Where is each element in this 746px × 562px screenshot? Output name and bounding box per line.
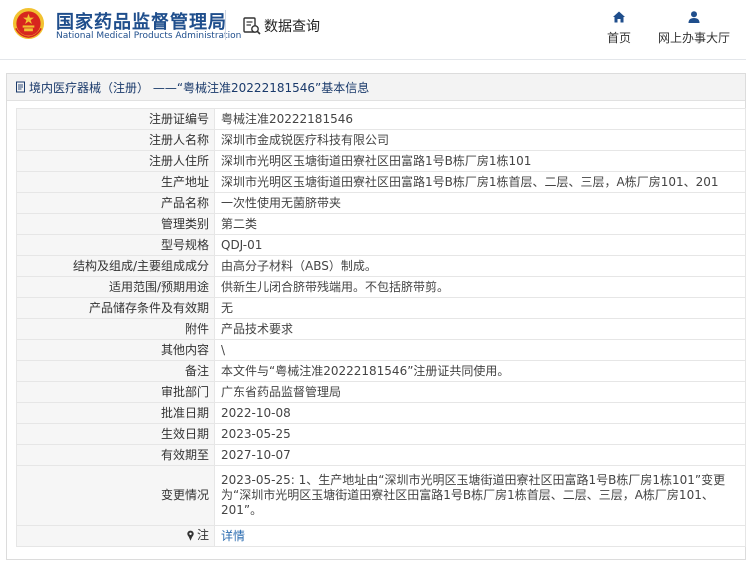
data-query-label: 数据查询 bbox=[264, 19, 320, 35]
field-value: 产品技术要求 bbox=[214, 318, 746, 340]
panel-heading: 境内医疗器械（注册） ——“粤械注准20222181546”基本信息 bbox=[7, 74, 745, 101]
header-divider bbox=[225, 10, 226, 40]
nav-hall-label: 网上办事大厅 bbox=[657, 31, 730, 45]
data-query-link[interactable]: 数据查询 bbox=[242, 15, 320, 37]
field-label: 审批部门 bbox=[16, 381, 215, 403]
table-row: 其他内容 \ bbox=[16, 339, 746, 361]
field-label: 注册证编号 bbox=[16, 108, 215, 130]
field-value: 2023-05-25 bbox=[214, 423, 746, 445]
note-key: 注 bbox=[186, 528, 209, 543]
field-label: 注册人住所 bbox=[16, 150, 215, 172]
details-link[interactable]: 详情 bbox=[221, 529, 245, 543]
table-row: 型号规格 QDJ-01 bbox=[16, 234, 746, 256]
field-value: 深圳市金成锐医疗科技有限公司 bbox=[214, 129, 746, 151]
note-label-cell: 注 bbox=[16, 525, 215, 547]
field-label: 生产地址 bbox=[16, 171, 215, 193]
table-row: 注册人名称 深圳市金成锐医疗科技有限公司 bbox=[16, 129, 746, 151]
site-header: 国家药品监督管理局 National Medical Products Admi… bbox=[0, 0, 746, 60]
table-row: 变更情况 2023-05-25: 1、生产地址由“深圳市光明区玉塘街道田寮社区田富… bbox=[16, 465, 746, 526]
field-value: 无 bbox=[214, 297, 746, 319]
field-label: 批准日期 bbox=[16, 402, 215, 424]
field-label: 生效日期 bbox=[16, 423, 215, 445]
home-icon bbox=[613, 11, 625, 23]
table-row: 产品名称 一次性使用无菌脐带夹 bbox=[16, 192, 746, 214]
table-row: 注册人住所 深圳市光明区玉塘街道田寮社区田富路1号B栋厂房1栋101 bbox=[16, 150, 746, 172]
field-label: 备注 bbox=[16, 360, 215, 382]
panel-heading-text: 境内医疗器械（注册） ——“粤械注准20222181546”基本信息 bbox=[29, 80, 370, 95]
field-label: 有效期至 bbox=[16, 444, 215, 466]
field-value: 2027-10-07 bbox=[214, 444, 746, 466]
field-value: 深圳市光明区玉塘街道田寮社区田富路1号B栋厂房1栋101 bbox=[214, 150, 746, 172]
field-value: \ bbox=[214, 339, 746, 361]
nav-home-label: 首页 bbox=[606, 31, 631, 45]
table-row: 结构及组成/主要组成成分 由高分子材料（ABS）制成。 bbox=[16, 255, 746, 277]
nav-online-hall[interactable]: 网上办事大厅 bbox=[656, 10, 732, 46]
pin-icon bbox=[187, 530, 194, 541]
table-row: 注册证编号 粤械注准20222181546 bbox=[16, 108, 746, 130]
table-row: 产品储存条件及有效期无 bbox=[16, 297, 746, 319]
table-row: 审批部门 广东省药品监督管理局 bbox=[16, 381, 746, 403]
site-subtitle: National Medical Products Administration bbox=[56, 31, 242, 41]
field-label: 型号规格 bbox=[16, 234, 215, 256]
field-value: 第二类 bbox=[214, 213, 746, 235]
field-value: 由高分子材料（ABS）制成。 bbox=[214, 255, 746, 277]
table-row: 备注 本文件与“粤械注准20222181546”注册证共同使用。 bbox=[16, 360, 746, 382]
national-emblem-icon bbox=[12, 7, 45, 40]
field-label: 管理类别 bbox=[16, 213, 215, 235]
table-row: 生产地址 深圳市光明区玉塘街道田寮社区田富路1号B栋厂房1栋首层、二层、三层，A栋… bbox=[16, 171, 746, 193]
note-label: 注 bbox=[196, 527, 209, 542]
field-label: 产品储存条件及有效期 bbox=[16, 297, 215, 319]
field-label: 附件 bbox=[16, 318, 215, 340]
field-value: 2023-05-25: 1、生产地址由“深圳市光明区玉塘街道田寮社区田富路1号B… bbox=[214, 465, 746, 526]
table-row: 适用范围/预期用途 供新生儿闭合脐带残端用。不包括脐带剪。 bbox=[16, 276, 746, 298]
table-row: 附件 产品技术要求 bbox=[16, 318, 746, 340]
field-value: 2022-10-08 bbox=[214, 402, 746, 424]
field-value: 供新生儿闭合脐带残端用。不包括脐带剪。 bbox=[214, 276, 746, 298]
search-document-icon bbox=[243, 17, 261, 35]
field-value: 广东省药品监督管理局 bbox=[214, 381, 746, 403]
field-label: 适用范围/预期用途 bbox=[16, 276, 215, 298]
field-label: 注册人名称 bbox=[16, 129, 215, 151]
user-icon bbox=[688, 11, 700, 23]
table-row: 批准日期 2022-10-08 bbox=[16, 402, 746, 424]
field-label: 其他内容 bbox=[16, 339, 215, 361]
field-label: 产品名称 bbox=[16, 192, 215, 214]
detail-panel: 境内医疗器械（注册） ——“粤械注准20222181546”基本信息 注册证编号… bbox=[6, 73, 746, 560]
field-value: 粤械注准20222181546 bbox=[214, 108, 746, 130]
table-row: 生效日期 2023-05-25 bbox=[16, 423, 746, 445]
note-value-cell: 详情 bbox=[214, 525, 746, 547]
field-label: 变更情况 bbox=[16, 465, 215, 526]
field-value: 一次性使用无菌脐带夹 bbox=[214, 192, 746, 214]
field-value: QDJ-01 bbox=[214, 234, 746, 256]
document-icon bbox=[16, 81, 25, 93]
nav-home[interactable]: 首页 bbox=[603, 10, 635, 46]
field-value: 深圳市光明区玉塘街道田寮社区田富路1号B栋厂房1栋首层、二层、三层，A栋厂房10… bbox=[214, 171, 746, 193]
field-label: 结构及组成/主要组成成分 bbox=[16, 255, 215, 277]
header-rule bbox=[0, 59, 746, 60]
table-row: 管理类别 第二类 bbox=[16, 213, 746, 235]
info-table: 注册证编号 粤械注准20222181546 注册人名称 深圳市金成锐医疗科技有限公司注… bbox=[16, 108, 746, 547]
field-value: 本文件与“粤械注准20222181546”注册证共同使用。 bbox=[214, 360, 746, 382]
table-row: 注详情 bbox=[16, 525, 746, 547]
table-row: 有效期至 2027-10-07 bbox=[16, 444, 746, 466]
